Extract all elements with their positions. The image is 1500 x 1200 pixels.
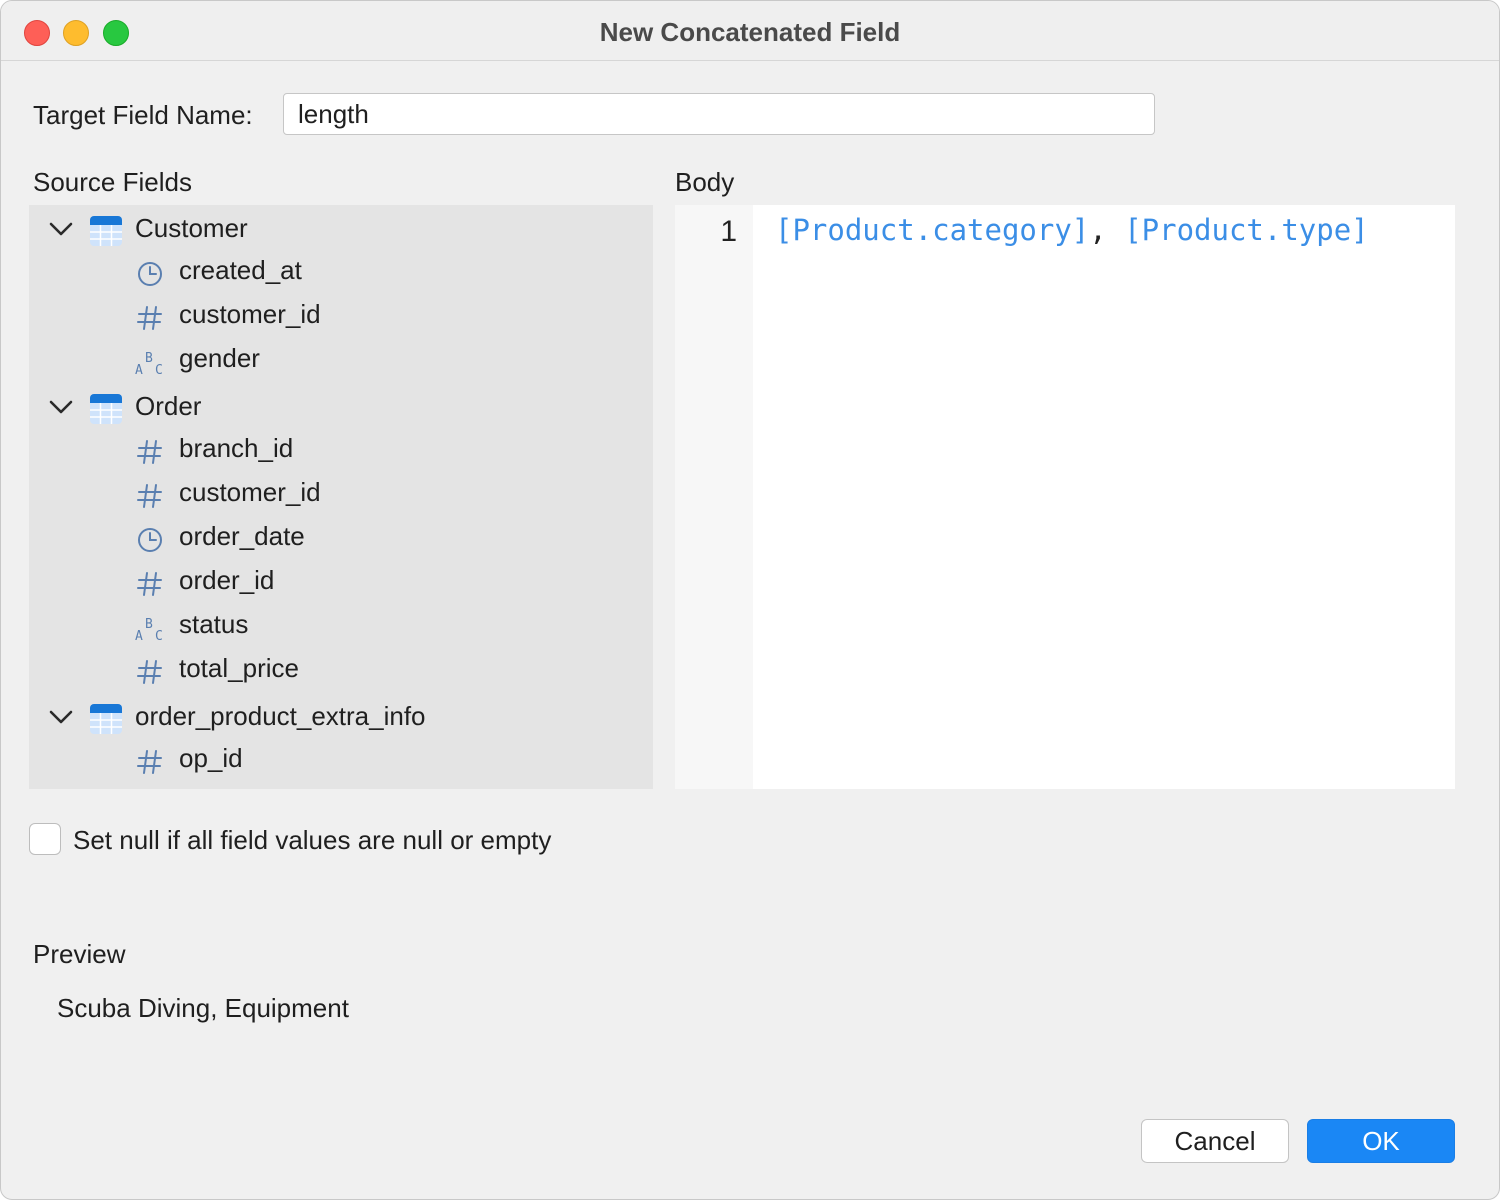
tree-field-label: created_at (179, 255, 302, 285)
cancel-button[interactable]: Cancel (1141, 1119, 1289, 1163)
tree-field-item[interactable]: total_price (29, 651, 653, 691)
tree-group-label: Customer (135, 213, 248, 243)
dialog-window: New Concatenated Field Target Field Name… (0, 0, 1500, 1200)
svg-text:B: B (145, 351, 153, 366)
table-icon (89, 215, 123, 247)
tree-field-item[interactable]: A B Cgender (29, 341, 653, 381)
hash-icon (135, 569, 165, 599)
tree-field-label: customer_id (179, 299, 321, 329)
tree-field-item[interactable]: op_id (29, 741, 653, 781)
tree-field-label: order_date (179, 521, 305, 551)
tree-field-item[interactable]: order_id (29, 563, 653, 603)
tree-field-item[interactable]: customer_id (29, 297, 653, 337)
tree-field-label: order_id (179, 565, 275, 595)
chevron-down-icon[interactable] (48, 709, 74, 725)
separator-text: , (1089, 213, 1125, 247)
chevron-down-icon[interactable] (48, 399, 74, 415)
tree-group-1[interactable]: Order (29, 387, 653, 427)
chevron-down-icon[interactable] (48, 221, 74, 237)
title-bar: New Concatenated Field (1, 1, 1499, 61)
hash-icon (135, 437, 165, 467)
tree-field-item[interactable]: customer_id (29, 475, 653, 515)
tree-field-item[interactable]: branch_id (29, 431, 653, 471)
target-field-label: Target Field Name: (33, 100, 253, 130)
svg-text:A: A (135, 629, 143, 643)
table-icon (89, 703, 123, 735)
line-number: 1 (720, 215, 737, 248)
tree-group-2[interactable]: order_product_extra_info (29, 697, 653, 737)
tree-field-item[interactable]: A B Cstatus (29, 607, 653, 647)
tree-field-label: status (179, 609, 249, 639)
source-fields-label: Source Fields (33, 167, 192, 197)
text-abc-icon: ABC (135, 613, 165, 644)
tree-group-label: order_product_extra_info (135, 701, 426, 731)
field-reference: [Product.category] (775, 213, 1090, 247)
svg-text:A: A (135, 363, 143, 377)
target-field-input[interactable] (283, 93, 1155, 135)
source-fields-tree: Customer created_at customer_id A B Cgender Or… (29, 205, 653, 789)
clock-icon (135, 259, 165, 289)
tree-field-label: customer_id (179, 477, 321, 507)
hash-icon (135, 481, 165, 511)
preview-label: Preview (33, 939, 126, 969)
window-title: New Concatenated Field (599, 17, 901, 47)
clock-icon (135, 525, 165, 555)
tree-group-0[interactable]: Customer (29, 209, 653, 249)
field-reference: [Product.type] (1124, 213, 1369, 247)
svg-text:C: C (155, 363, 163, 377)
svg-text:B: B (145, 617, 153, 632)
preview-value: Scuba Diving, Equipment (57, 993, 349, 1023)
line-number-gutter: 1 (675, 205, 753, 789)
ok-button[interactable]: OK (1307, 1119, 1455, 1163)
hash-icon (135, 657, 165, 687)
body-label: Body (675, 167, 735, 197)
tree-field-item[interactable]: created_at (29, 253, 653, 293)
tree-group-label: Order (135, 391, 202, 421)
tree-field-label: total_price (179, 653, 299, 683)
tree-field-label: op_id (179, 743, 243, 773)
table-icon (89, 393, 123, 425)
hash-icon (135, 747, 165, 777)
svg-text:C: C (155, 629, 163, 643)
hash-icon (135, 303, 165, 333)
text-abc-icon: ABC (135, 347, 165, 378)
tree-field-label: gender (179, 343, 260, 373)
body-editor[interactable]: 1 [Product.category], [Product.type] (675, 205, 1455, 789)
code-line[interactable]: [Product.category], [Product.type] (775, 213, 1369, 247)
tree-field-item[interactable]: order_date (29, 519, 653, 559)
set-null-checkbox[interactable] (29, 823, 61, 855)
set-null-label[interactable]: Set null if all field values are null or… (73, 825, 551, 856)
tree-field-label: branch_id (179, 433, 294, 463)
